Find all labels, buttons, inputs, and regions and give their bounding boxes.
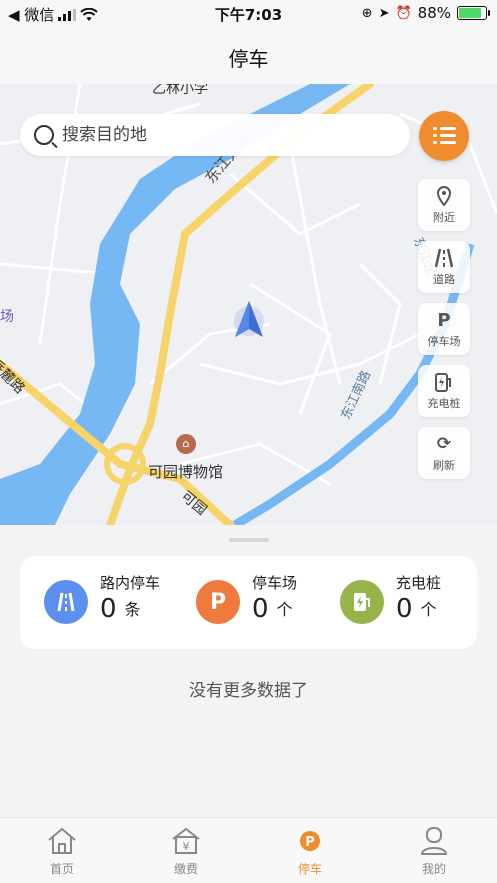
charger-unit: 个: [420, 600, 437, 619]
parking-lot-label: 停车场: [427, 335, 461, 348]
charger-count-wrap: 0个: [396, 594, 437, 624]
street-parking-icon: [44, 580, 88, 624]
battery-icon: [457, 6, 490, 20]
tab-profile-label: 我的: [421, 862, 446, 876]
refresh-button[interactable]: ⟳ 刷新: [418, 427, 470, 479]
status-bar: ◀ 微信 下午7:03 ⊕ ➤ ⏰ 88%: [0, 0, 497, 30]
charger-count: 0: [396, 594, 413, 624]
rotation-lock-icon: ⊕: [361, 5, 373, 21]
current-location-icon: [234, 301, 264, 337]
wifi-icon: [80, 7, 99, 21]
street-parking-unit: 条: [124, 600, 141, 619]
alarm-icon: ⏰: [395, 5, 412, 21]
map-view[interactable]: 乙林小学 东江大道 东江北 东江南路 岳麓路 场 可园博物馆 ⌂ 可园 附近: [0, 84, 497, 525]
charger-button[interactable]: 充电桩: [418, 365, 470, 417]
carrier-label[interactable]: ◀ 微信: [8, 4, 54, 25]
parking-lot-icon: P: [196, 580, 240, 624]
location-arrow-icon: ➤: [378, 5, 390, 21]
profile-icon: [416, 824, 452, 858]
search-bar[interactable]: [20, 114, 410, 156]
street-parking-title: 路内停车: [100, 574, 161, 592]
page-title: 停车: [228, 46, 269, 71]
signal-icon: [58, 8, 77, 21]
location-pin-icon: [433, 185, 455, 207]
tab-parking[interactable]: P 停车: [248, 824, 372, 880]
tab-payment[interactable]: ¥ 缴费: [124, 824, 248, 880]
svg-text:P: P: [305, 835, 315, 850]
tab-home[interactable]: 首页: [0, 824, 124, 880]
summary-charger[interactable]: 充电桩 0个: [340, 572, 470, 634]
home-icon: [44, 824, 80, 858]
no-more-data-text: 没有更多数据了: [189, 681, 308, 701]
tab-payment-label: 缴费: [173, 862, 198, 876]
parking-tab-icon: P: [292, 824, 328, 858]
map-label-museum: 可园博物馆: [148, 463, 224, 481]
charger-label: 充电桩: [427, 397, 461, 410]
charger-title: 充电桩: [396, 574, 442, 592]
parking-lot-count: 0: [252, 594, 269, 624]
street-parking-count-wrap: 0条: [100, 594, 141, 624]
parking-lot-unit: 个: [276, 600, 293, 619]
road-button[interactable]: 道路: [418, 241, 470, 293]
refresh-label: 刷新: [433, 459, 455, 472]
drag-handle[interactable]: [229, 538, 269, 542]
list-menu-button[interactable]: [419, 111, 469, 161]
summary-parking-lot[interactable]: P 停车场 0个: [196, 572, 326, 634]
summary-card: 路内停车 0条 P 停车场 0个 充电桩 0个: [20, 556, 477, 649]
map-side-tools: 附近 道路 P 停车场 充电桩 ⟳ 刷新: [418, 179, 470, 489]
charger-icon: [433, 371, 455, 393]
parking-icon: P: [437, 309, 451, 331]
parking-lot-button[interactable]: P 停车场: [418, 303, 470, 355]
summary-street-parking[interactable]: 路内停车 0条: [44, 572, 184, 634]
map-label-area-left: 场: [0, 309, 14, 325]
refresh-icon: ⟳: [436, 434, 452, 454]
battery-percent: 88%: [417, 4, 451, 22]
payment-icon: ¥: [168, 824, 204, 858]
parking-lot-title: 停车场: [252, 574, 298, 592]
nav-bar: 停车: [0, 30, 497, 84]
road-icon: [433, 247, 455, 269]
svg-text:¥: ¥: [183, 840, 190, 853]
nearby-label: 附近: [433, 211, 455, 224]
search-icon: [34, 125, 54, 145]
road-label: 道路: [433, 273, 455, 286]
tab-parking-label: 停车: [297, 862, 322, 876]
nearby-button[interactable]: 附近: [418, 179, 470, 231]
map-label-school: 乙林小学: [152, 84, 208, 97]
tab-profile[interactable]: 我的: [372, 824, 496, 880]
tab-bar: 首页 ¥ 缴费 P 停车 我的: [0, 817, 497, 883]
street-parking-count: 0: [100, 594, 117, 624]
museum-icon: ⌂: [176, 434, 196, 454]
bottom-panel: 路内停车 0条 P 停车场 0个 充电桩 0个 没有更多数据了: [0, 525, 497, 817]
search-input[interactable]: [62, 125, 392, 145]
charger-station-icon: [340, 580, 384, 624]
parking-lot-count-wrap: 0个: [252, 594, 293, 624]
tab-home-label: 首页: [49, 862, 74, 876]
